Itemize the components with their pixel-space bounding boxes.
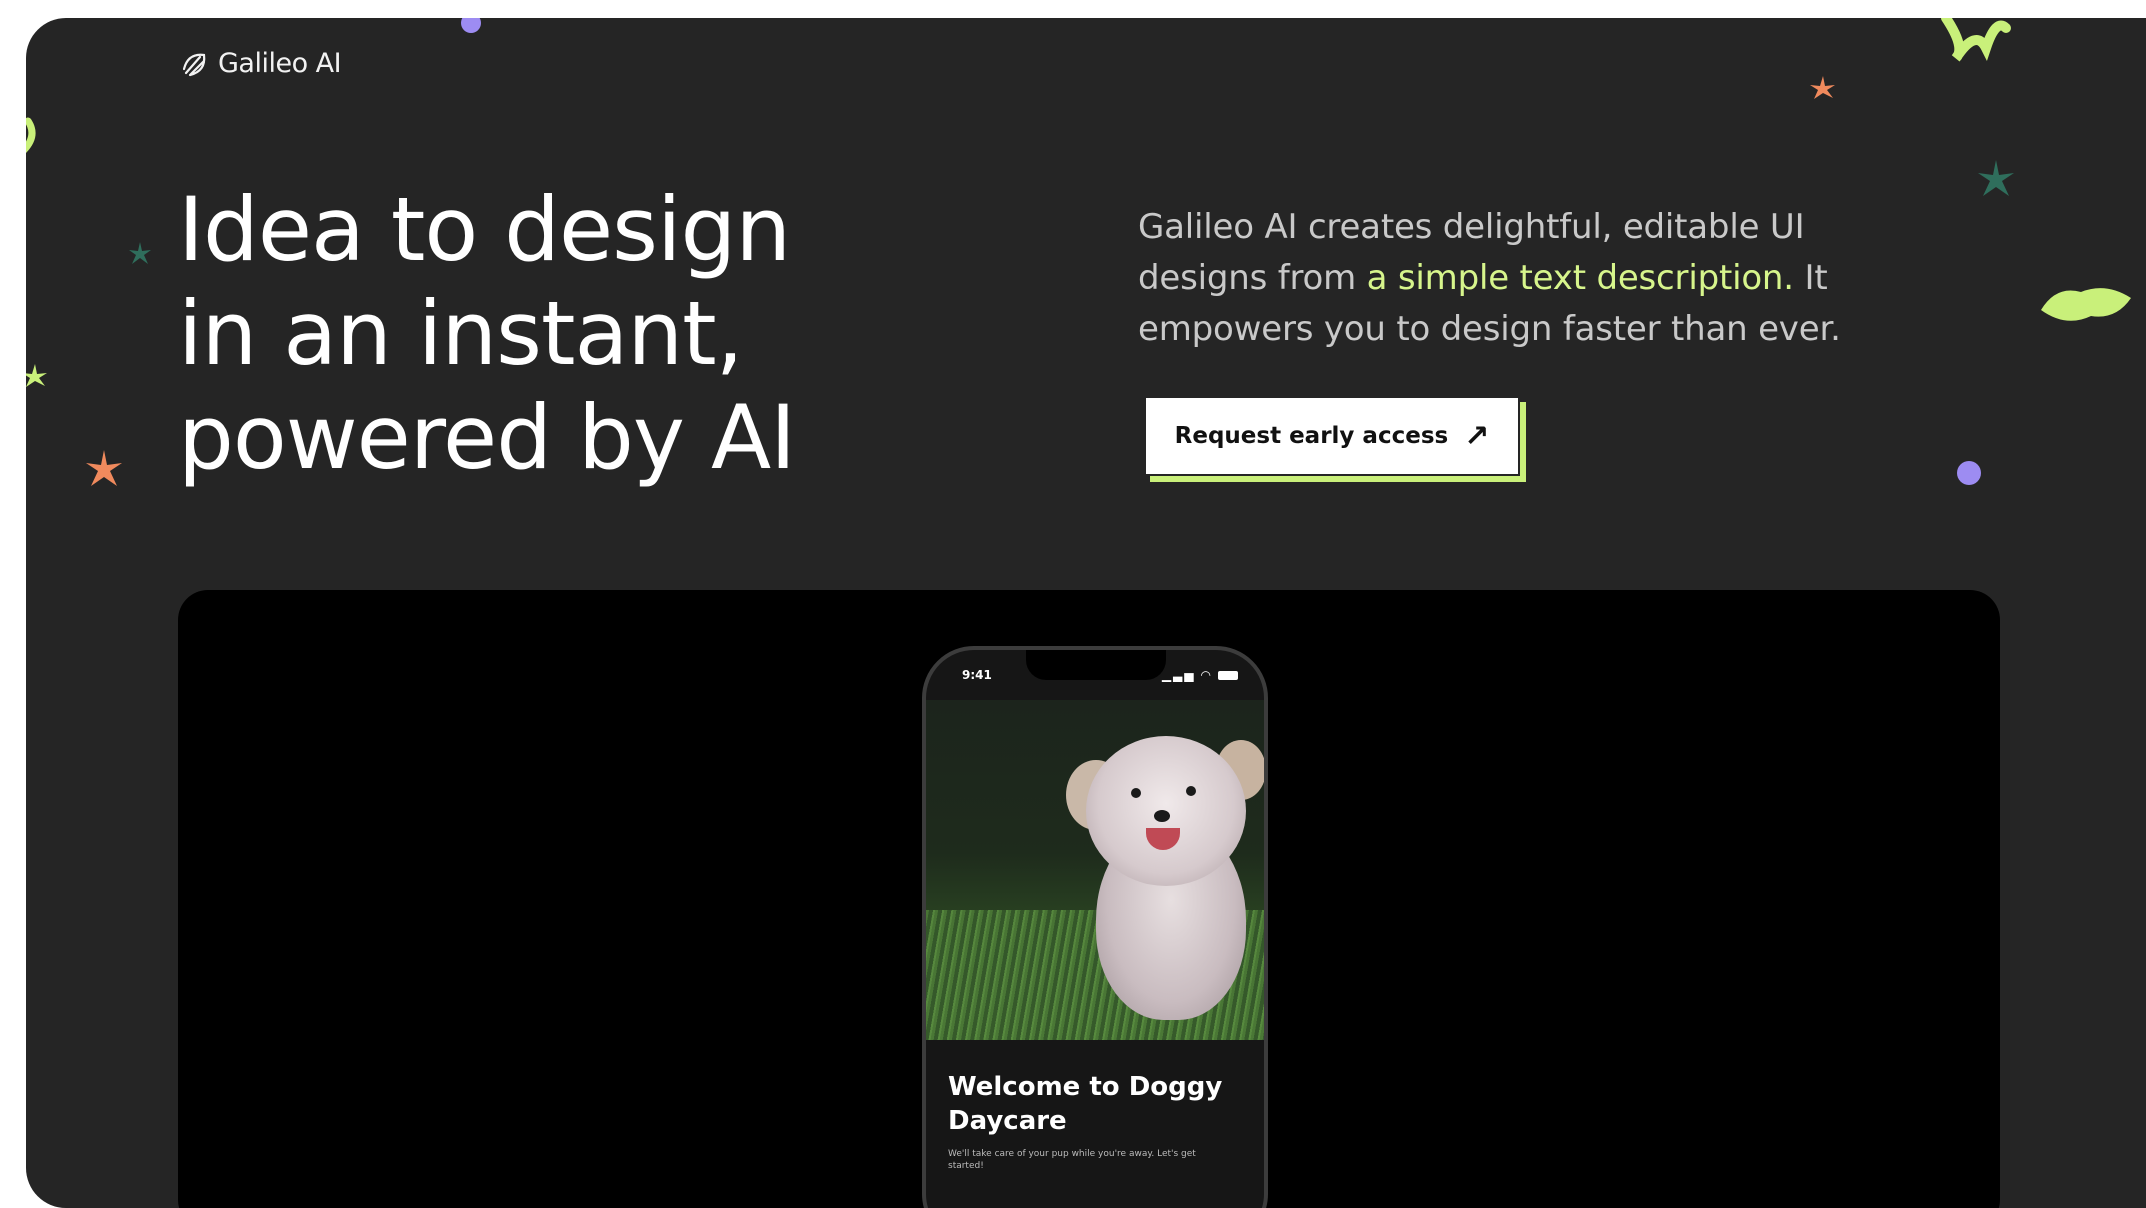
hero-title-line-2: in an instant, <box>178 282 744 385</box>
battery-icon <box>1218 670 1238 680</box>
phone-card-title: Welcome to Doggy Daycare <box>948 1072 1223 1136</box>
phone-mockup: 9:41 ▁▃▅ ◠ Welcome to Doggy Daycare We'l… <box>922 646 1268 1208</box>
cta-label: Request early access <box>1174 423 1449 449</box>
hero-title: Idea to design in an instant, powered by… <box>178 178 938 490</box>
purple-dot-decoration-top <box>461 18 481 33</box>
teal-star-decoration-right <box>1978 160 2014 196</box>
request-early-access-button[interactable]: Request early access ↗ <box>1144 396 1520 476</box>
dog-nose <box>1154 810 1170 822</box>
purple-dot-decoration-right <box>1957 461 1981 485</box>
teal-star-decoration-left <box>129 242 151 264</box>
arrow-up-right-icon: ↗ <box>1464 418 1490 454</box>
status-bar-icons: ▁▃▅ ◠ <box>1162 668 1238 682</box>
description-highlight: a simple text description. <box>1366 258 1794 298</box>
cta-container: Request early access ↗ <box>1144 396 1526 482</box>
brand-logo[interactable]: Galileo AI <box>180 48 342 79</box>
dog-eye-right <box>1186 786 1196 796</box>
orange-star-decoration-left <box>86 450 122 486</box>
product-showcase: 9:41 ▁▃▅ ◠ Welcome to Doggy Daycare We'l… <box>178 590 2000 1208</box>
page-frame: Galileo AI Idea to design in an instant,… <box>26 18 2146 1208</box>
green-squiggle-decoration-top-right <box>1941 18 2011 62</box>
hero-title-line-3: powered by AI <box>178 386 796 489</box>
galileo-logo-icon <box>182 53 206 76</box>
phone-card-subtitle: We'll take care of your pup while you're… <box>948 1149 1196 1171</box>
signal-icon: ▁▃▅ <box>1161 668 1196 682</box>
dog-photo <box>926 700 1264 1040</box>
hero-title-line-1: Idea to design <box>178 178 791 281</box>
wifi-icon: ◠ <box>1200 668 1213 682</box>
hero-description: Galileo AI creates delightful, editable … <box>1138 202 1938 355</box>
green-blob-decoration-right <box>2041 288 2131 321</box>
dog-eye-left <box>1131 788 1141 798</box>
green-star-decoration-left <box>26 364 47 387</box>
brand-name: Galileo AI <box>218 48 342 79</box>
status-bar-time: 9:41 <box>962 668 992 682</box>
phone-notch <box>1026 650 1166 680</box>
orange-star-decoration-top <box>1810 76 1835 99</box>
green-squiggle-decoration-left <box>26 117 36 153</box>
